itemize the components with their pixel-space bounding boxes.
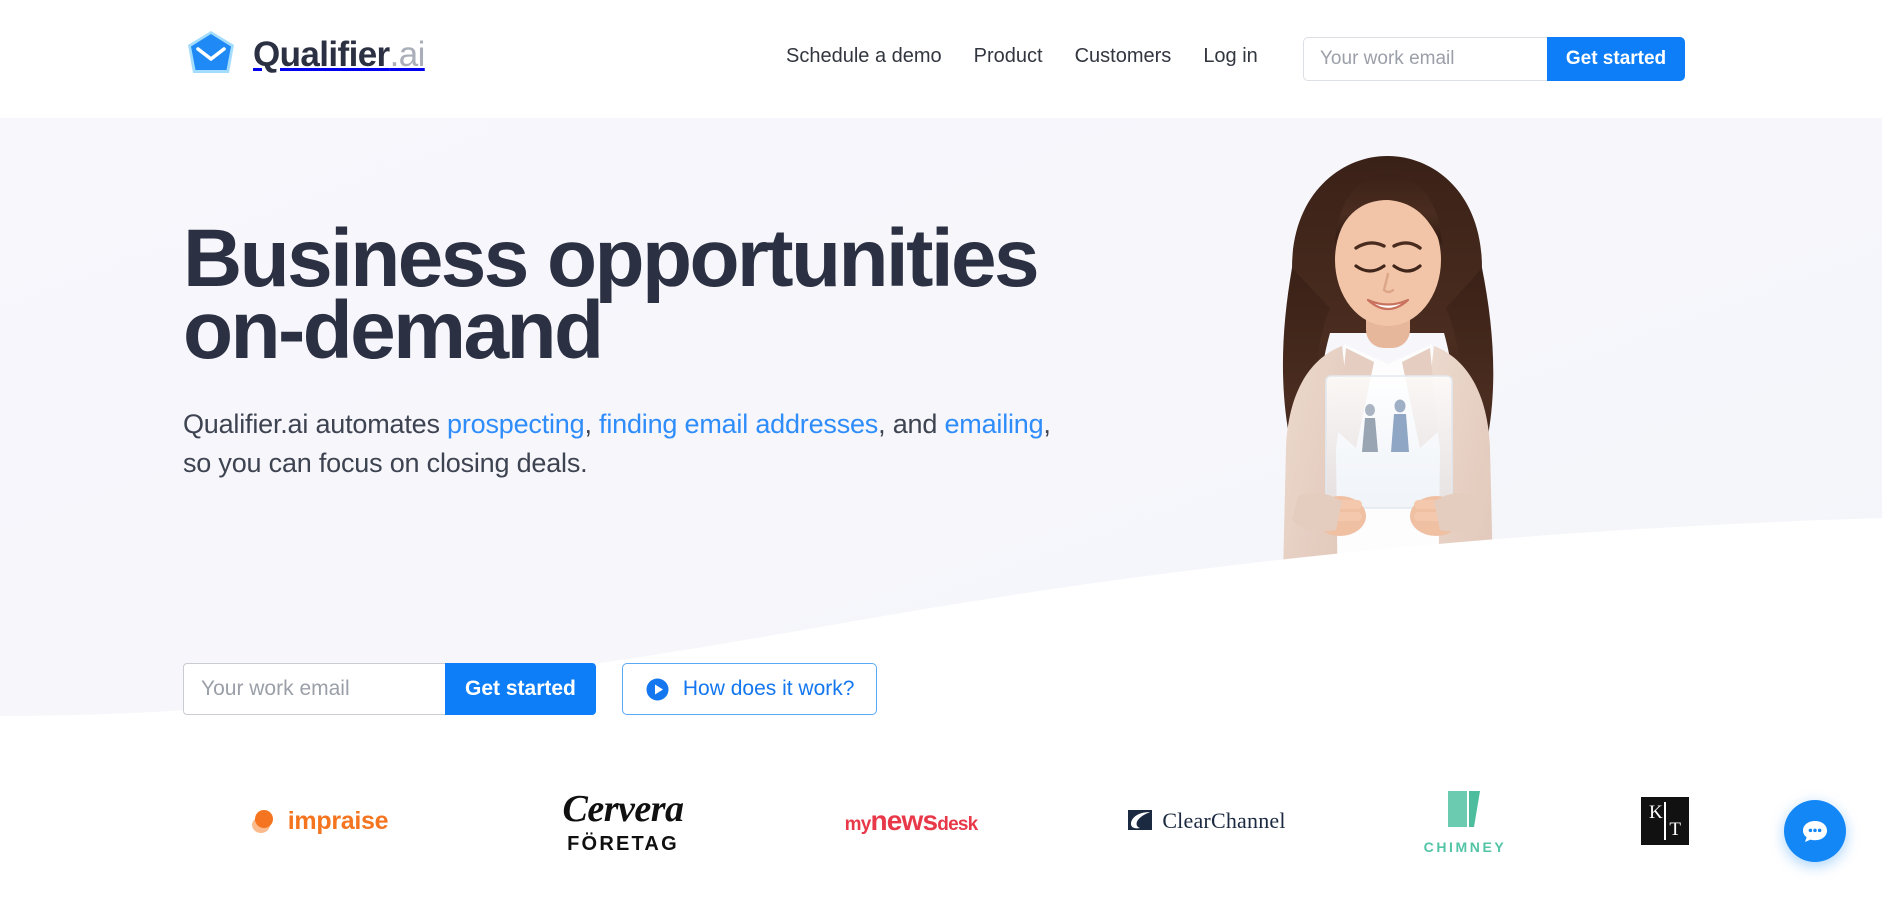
logo-kit: K T — [1590, 740, 1740, 902]
clearchannel-label: ClearChannel — [1162, 808, 1286, 833]
cervera-label: Cervera — [562, 787, 684, 830]
play-circle-icon — [645, 677, 670, 702]
nav-product[interactable]: Product — [958, 43, 1059, 69]
hero-signup-form: Get started — [183, 663, 596, 715]
chimney-label: CHIMNEY — [1423, 839, 1507, 855]
envelope-logo-icon — [183, 26, 239, 82]
mynewsdesk-prefix: my — [844, 814, 872, 835]
logo-cervera: Cervera FÖRETAG — [528, 740, 718, 902]
kit-mark-icon: K T — [1641, 797, 1689, 845]
kit-divider — [1664, 802, 1666, 840]
kit-letter-k: K — [1649, 802, 1663, 823]
brand-suffix: .ai — [389, 34, 426, 74]
kit-letter-t: T — [1669, 819, 1681, 840]
hero-get-started-button[interactable]: Get started — [445, 663, 596, 715]
logo-chimney: CHIMNEY — [1390, 740, 1540, 902]
chat-bubble-icon — [1800, 816, 1830, 846]
mynewsdesk-suffix: desk — [937, 814, 978, 835]
hero-section: Business opportunities on-demand Qualifi… — [0, 118, 1882, 740]
brand-name: Qualifier — [253, 34, 390, 74]
subhead-link-emailing[interactable]: emailing — [944, 409, 1043, 439]
hero-cta-row: Get started How does it work? — [183, 663, 878, 715]
cervera-sublabel: FÖRETAG — [567, 832, 679, 855]
how-does-it-work-label: How does it work? — [682, 677, 855, 700]
hero-email-input[interactable] — [183, 663, 445, 715]
customer-logo-strip: impraise Cervera FÖRETAG mynewsdesk Clea… — [0, 740, 1882, 902]
nav-log-in[interactable]: Log in — [1187, 43, 1274, 69]
brand-logo-link[interactable]: Qualifier.ai — [183, 26, 425, 82]
mynewsdesk-main: news — [870, 805, 938, 836]
hero-copy: Business opportunities on-demand Qualifi… — [183, 218, 1143, 484]
main-navigation: Schedule a demo Product Customers Log in — [786, 43, 1274, 69]
chat-widget-button[interactable] — [1784, 800, 1846, 862]
hero-photo — [1222, 148, 1552, 668]
subhead-link-finding-email-addresses[interactable]: finding email addresses — [599, 409, 878, 439]
hero-subheadline: Qualifier.ai automates prospecting, find… — [183, 405, 1063, 483]
brand-wordmark: Qualifier.ai — [253, 37, 425, 72]
logo-clearchannel: ClearChannel — [1102, 740, 1312, 902]
site-header: Qualifier.ai Schedule a demo Product Cus… — [0, 0, 1882, 118]
subhead-link-prospecting[interactable]: prospecting — [447, 409, 585, 439]
mynewsdesk-label: mynewsdesk — [844, 805, 979, 837]
header-email-input[interactable] — [1303, 37, 1547, 81]
how-does-it-work-button[interactable]: How does it work? — [621, 663, 878, 715]
clearchannel-mark-icon — [1128, 808, 1154, 834]
subhead-part1: Qualifier.ai automates — [183, 409, 448, 440]
logo-impraise: impraise — [238, 740, 398, 902]
impraise-mark-icon — [248, 806, 278, 836]
subhead-part3: , and — [878, 409, 945, 440]
nav-schedule-demo[interactable]: Schedule a demo — [786, 43, 958, 69]
subhead-part2: , — [584, 409, 600, 440]
header-get-started-button[interactable]: Get started — [1547, 37, 1685, 81]
impraise-label: impraise — [287, 806, 389, 835]
nav-customers[interactable]: Customers — [1059, 43, 1188, 69]
header-signup-form: Get started — [1303, 37, 1685, 81]
landing-page: Qualifier.ai Schedule a demo Product Cus… — [0, 0, 1882, 902]
hero-headline: Business opportunities on-demand — [183, 218, 1143, 372]
chimney-mark-icon — [1444, 787, 1486, 833]
hero-headline-line2: on-demand — [183, 285, 604, 377]
logo-mynewsdesk: mynewsdesk — [816, 740, 1006, 902]
